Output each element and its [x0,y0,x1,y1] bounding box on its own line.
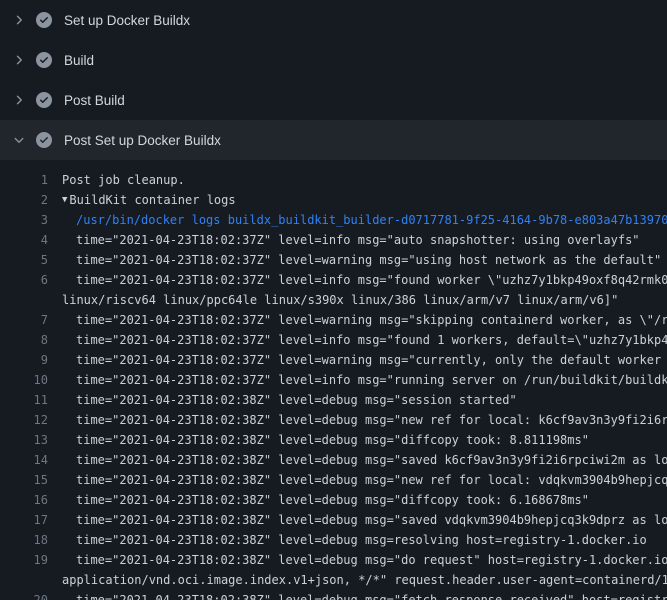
chevron-right-icon[interactable] [12,93,26,107]
log-line[interactable]: 19 time="2021-04-23T18:02:38Z" level=deb… [0,550,667,570]
step-section-header[interactable]: Post Set up Docker Buildx [0,120,667,160]
log-line[interactable]: 13 time="2021-04-23T18:02:38Z" level=deb… [0,430,667,450]
log-line[interactable]: 11 time="2021-04-23T18:02:38Z" level=deb… [0,390,667,410]
log-line-number[interactable]: 11 [14,390,48,410]
log-line-number[interactable]: 19 [14,550,48,570]
log-line-number[interactable]: 7 [14,310,48,330]
step-title: Set up Docker Buildx [64,13,190,28]
log-line-number[interactable]: 13 [14,430,48,450]
log-line[interactable]: 8 time="2021-04-23T18:02:37Z" level=info… [0,330,667,350]
log-line[interactable]: 14 time="2021-04-23T18:02:38Z" level=deb… [0,450,667,470]
log-line-number[interactable]: 6 [14,270,48,290]
step-title: Post Set up Docker Buildx [64,133,221,148]
log-line[interactable]: 5 time="2021-04-23T18:02:37Z" level=warn… [0,250,667,270]
step-section-header[interactable]: Set up Docker Buildx [0,0,667,40]
log-line[interactable]: 3 /usr/bin/docker logs buildx_buildkit_b… [0,210,667,230]
log-line[interactable]: 10 time="2021-04-23T18:02:37Z" level=inf… [0,370,667,390]
log-line[interactable]: 7 time="2021-04-23T18:02:37Z" level=warn… [0,310,667,330]
log-line[interactable]: 20 time="2021-04-23T18:02:38Z" level=deb… [0,590,667,600]
log-line-text: time="2021-04-23T18:02:38Z" level=debug … [76,410,667,430]
log-line[interactable]: 17 time="2021-04-23T18:02:38Z" level=deb… [0,510,667,530]
step-section-header[interactable]: Post Build [0,80,667,120]
chevron-right-icon[interactable] [12,53,26,67]
check-circle-icon [36,12,52,28]
log-line-text: application/vnd.oci.image.index.v1+json,… [62,570,667,590]
log-line-text: time="2021-04-23T18:02:37Z" level=info m… [76,370,667,390]
log-line-text: time="2021-04-23T18:02:38Z" level=debug … [76,510,667,530]
log-line-text: time="2021-04-23T18:02:38Z" level=debug … [76,470,667,490]
log-line-number[interactable]: 16 [14,490,48,510]
log-line-text: time="2021-04-23T18:02:38Z" level=debug … [76,490,589,510]
log-line-text: time="2021-04-23T18:02:37Z" level=warnin… [76,250,661,270]
step-section-header[interactable]: Build [0,40,667,80]
log-line-text: linux/riscv64 linux/ppc64le linux/s390x … [62,290,618,310]
log-line-text: time="2021-04-23T18:02:37Z" level=info m… [76,270,667,290]
log-line-text: time="2021-04-23T18:02:38Z" level=debug … [76,550,667,570]
log-line-text: time="2021-04-23T18:02:37Z" level=warnin… [76,310,667,330]
log-line[interactable]: 12 time="2021-04-23T18:02:38Z" level=deb… [0,410,667,430]
log-line-text: time="2021-04-23T18:02:37Z" level=warnin… [76,350,667,370]
log-line[interactable]: 1 Post job cleanup. [0,170,667,190]
log-line-number[interactable]: 18 [14,530,48,550]
log-line-number[interactable]: 20 [14,590,48,600]
check-circle-icon [36,92,52,108]
log-line-number[interactable] [14,570,48,590]
check-circle-icon [36,132,52,148]
log-line[interactable]: 9 time="2021-04-23T18:02:37Z" level=warn… [0,350,667,370]
log-line-text: time="2021-04-23T18:02:37Z" level=info m… [76,330,667,350]
log-line-text: BuildKit container logs [69,190,235,210]
log-line-number[interactable] [14,290,48,310]
log-line-text: time="2021-04-23T18:02:38Z" level=debug … [76,450,667,470]
log-line-text: time="2021-04-23T18:02:38Z" level=debug … [76,590,667,600]
log-line-number[interactable]: 15 [14,470,48,490]
step-title: Build [64,53,94,68]
log-line[interactable]: 18 time="2021-04-23T18:02:38Z" level=deb… [0,530,667,550]
log-line-number[interactable]: 5 [14,250,48,270]
log-line-text: Post job cleanup. [62,170,185,190]
log-line-text: time="2021-04-23T18:02:38Z" level=debug … [76,430,589,450]
log-area: 1 Post job cleanup. 2 ▼BuildKit containe… [0,160,667,600]
log-line-text: /usr/bin/docker logs buildx_buildkit_bui… [76,210,667,230]
log-line-number[interactable]: 3 [14,210,48,230]
step-title: Post Build [64,93,125,108]
log-line[interactable]: 4 time="2021-04-23T18:02:37Z" level=info… [0,230,667,250]
log-line[interactable]: 16 time="2021-04-23T18:02:38Z" level=deb… [0,490,667,510]
log-line[interactable]: application/vnd.oci.image.index.v1+json,… [0,570,667,590]
log-line-number[interactable]: 1 [14,170,48,190]
log-line[interactable]: 15 time="2021-04-23T18:02:38Z" level=deb… [0,470,667,490]
log-line-text: time="2021-04-23T18:02:37Z" level=info m… [76,230,640,250]
step-sections: Set up Docker Buildx Build Post Build [0,0,667,160]
log-line-number[interactable]: 2 [14,190,48,210]
check-circle-icon [36,52,52,68]
chevron-right-icon[interactable] [12,13,26,27]
log-line[interactable]: 6 time="2021-04-23T18:02:37Z" level=info… [0,270,667,290]
chevron-down-icon[interactable] [12,133,26,147]
log-line-number[interactable]: 9 [14,350,48,370]
log-line-number[interactable]: 10 [14,370,48,390]
log-line-number[interactable]: 14 [14,450,48,470]
log-line[interactable]: 2 ▼BuildKit container logs [0,190,667,210]
log-line-number[interactable]: 12 [14,410,48,430]
log-line-number[interactable]: 8 [14,330,48,350]
group-toggle-icon[interactable]: ▼ [62,190,67,210]
log-line-text: time="2021-04-23T18:02:38Z" level=debug … [76,390,517,410]
log-line-number[interactable]: 17 [14,510,48,530]
log-line-text: time="2021-04-23T18:02:38Z" level=debug … [76,530,647,550]
log-line-number[interactable]: 4 [14,230,48,250]
log-line[interactable]: linux/riscv64 linux/ppc64le linux/s390x … [0,290,667,310]
workflow-log-viewer: Set up Docker Buildx Build Post Build [0,0,667,600]
